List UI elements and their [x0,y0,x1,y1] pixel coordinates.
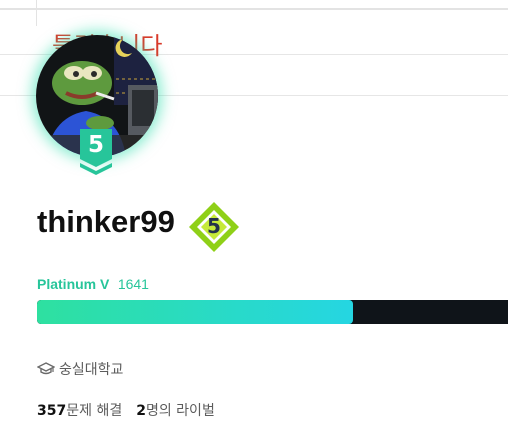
school-info: 숭실대학교 [37,359,123,379]
rival-label: 명의 라이벌 [145,403,215,419]
username: thinker99 [37,204,175,239]
rating-progress-bar [37,300,508,324]
tier-name[interactable]: Platinum V [37,276,109,292]
tier-info: Platinum V 1641 [37,276,149,293]
avatar-tier-level: 5 [87,132,104,158]
solved-label: 문제 해결 [66,403,123,419]
rating-badge[interactable]: 5 [187,200,241,254]
header-vertical-divider [36,0,37,26]
header-divider [0,8,508,10]
solved-count[interactable]: 357 [37,403,66,419]
rating-progress-fill [37,300,353,324]
rival-count[interactable]: 2 [136,403,146,419]
avatar-tier-badge: 5 [78,127,114,175]
school-name[interactable]: 숭실대학교 [59,359,123,379]
tier-rating: 1641 [117,276,149,292]
profile-stats: 357문제 해결 2명의 라이벌 [37,400,215,420]
graduation-cap-icon [37,362,55,375]
rating-badge-level: 5 [207,214,221,238]
